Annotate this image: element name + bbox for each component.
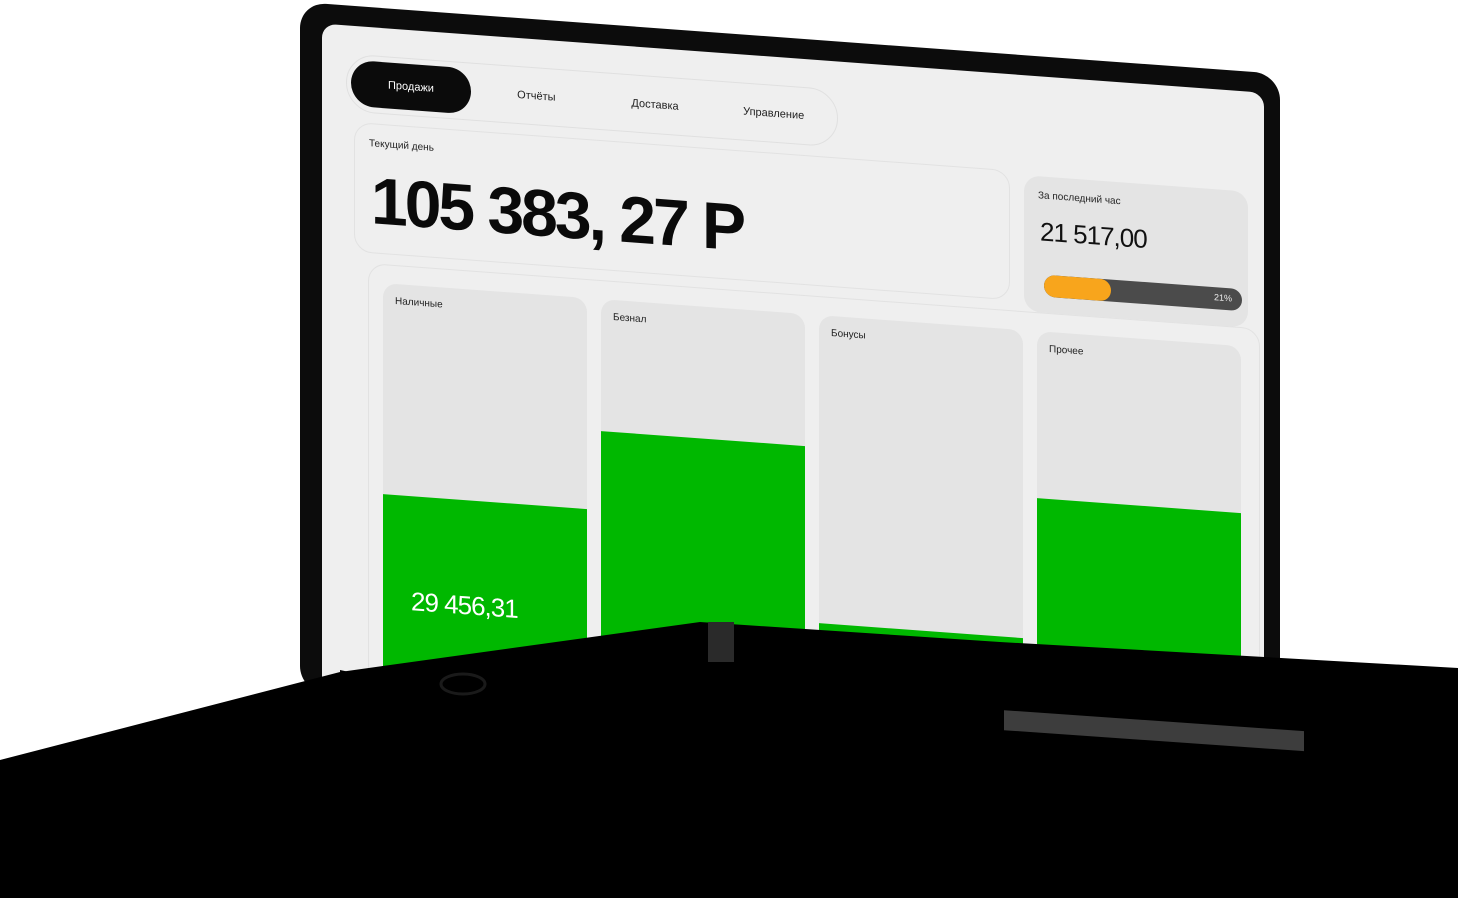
tab-reports[interactable]: Отчёты: [477, 69, 596, 124]
payment-bar-bonuses: [819, 623, 1023, 763]
last-hour-progress-bar: 21%: [1044, 274, 1242, 312]
payment-label-cash: Наличные: [395, 295, 443, 311]
last-hour-label: За последний час: [1038, 190, 1121, 208]
payment-label-other: Прочее: [1049, 344, 1084, 358]
payment-card-cashless[interactable]: Безнал: [601, 299, 805, 755]
payment-bar-other: [1037, 498, 1241, 763]
last-hour-card: За последний час 21 517,00 21%: [1024, 175, 1248, 328]
current-day-label: Текущий день: [369, 138, 434, 154]
progress-fill: [1044, 274, 1111, 302]
payment-card-bonuses[interactable]: Бонусы: [819, 315, 1023, 763]
progress-percent-text: 21%: [1213, 292, 1232, 304]
payment-label-bonuses: Бонусы: [831, 327, 866, 342]
tab-sales[interactable]: Продажи: [351, 59, 471, 115]
payment-card-cash[interactable]: Наличные 29 456,31: [383, 283, 587, 739]
dashboard-screen: Продажи Отчёты Доставка Управление Текущ…: [322, 23, 1264, 763]
last-hour-value: 21 517,00: [1040, 216, 1147, 255]
payment-bar-cashless: [601, 431, 805, 755]
payment-methods-panel: Наличные 29 456,31 Безнал Бонусы Прочее: [368, 262, 1260, 763]
tab-management[interactable]: Управление: [714, 86, 833, 141]
monitor-frame: Продажи Отчёты Доставка Управление Текущ…: [300, 2, 1280, 764]
payment-card-other[interactable]: Прочее: [1037, 331, 1241, 763]
current-day-amount: 105 383, 27 Р: [371, 163, 744, 265]
tab-delivery[interactable]: Доставка: [596, 78, 715, 133]
payment-label-cashless: Безнал: [613, 311, 647, 326]
desk-front-block: [340, 670, 480, 898]
